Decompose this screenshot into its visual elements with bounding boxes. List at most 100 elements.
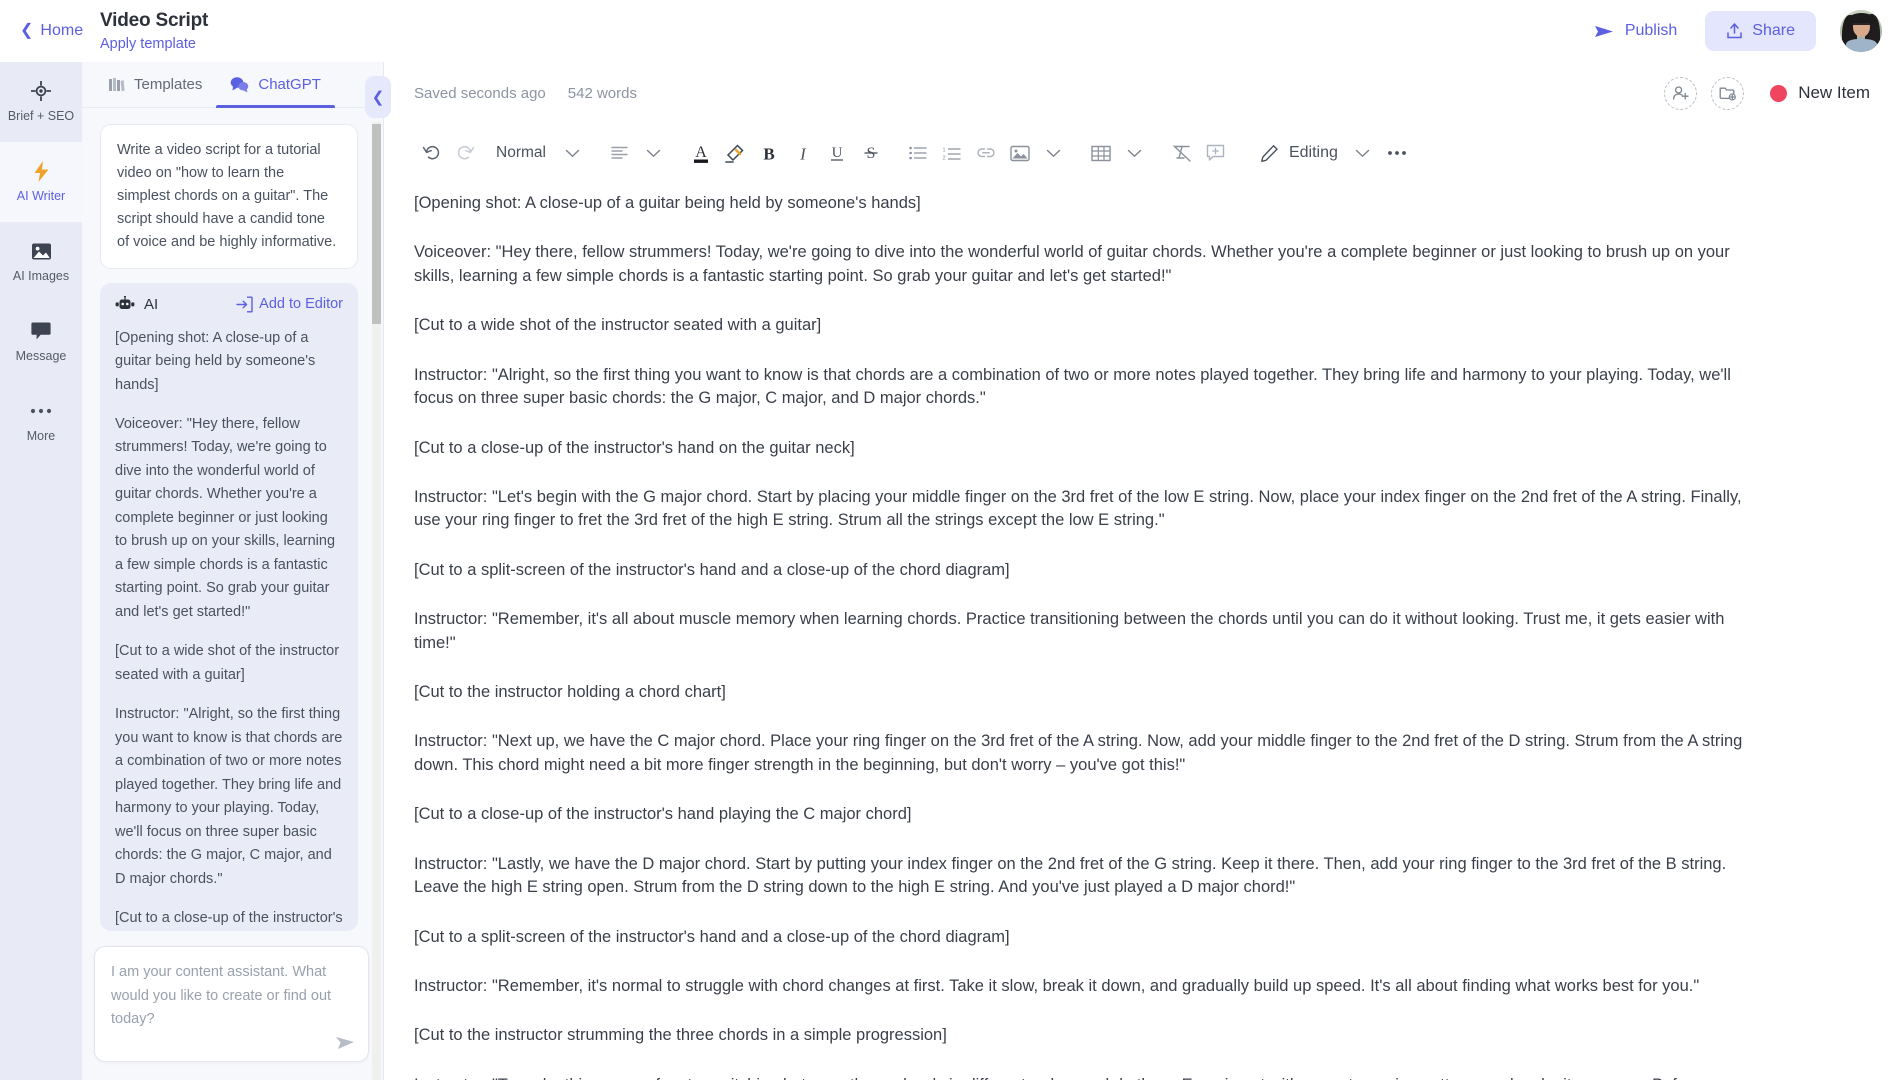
sidebar-item-label: AI Images: [12, 269, 70, 284]
apply-template-link[interactable]: Apply template: [100, 36, 208, 52]
document-paragraph[interactable]: Instructor: "To make things more fun, tr…: [414, 1074, 1754, 1080]
collapse-panel-button[interactable]: ❮: [365, 76, 391, 118]
chevron-left-icon: ❮: [20, 22, 34, 39]
editing-mode-label: Editing: [1288, 144, 1338, 161]
sidebar-item-more[interactable]: More: [0, 382, 82, 462]
document-paragraph[interactable]: [Cut to a wide shot of the instructor se…: [414, 314, 1754, 337]
sidebar-item-ai-images[interactable]: AI Images: [0, 222, 82, 302]
scrollbar-thumb[interactable]: [372, 124, 381, 324]
add-folder-button[interactable]: [1711, 76, 1745, 110]
svg-text:1: 1: [943, 147, 946, 153]
panel-scrollbar[interactable]: ▲: [372, 108, 381, 1080]
sidebar-item-message[interactable]: Message: [0, 302, 82, 382]
add-to-editor-button[interactable]: Add to Editor: [236, 296, 343, 313]
numbered-list-button[interactable]: 12: [935, 136, 969, 170]
chat-bubbles-icon: [230, 76, 249, 93]
add-comment-button[interactable]: [1199, 136, 1233, 170]
chat-input[interactable]: I am your content assistant. What would …: [94, 946, 369, 1062]
insert-table-button[interactable]: [1084, 136, 1118, 170]
link-icon: [976, 146, 996, 160]
tab-label: ChatGPT: [258, 76, 321, 93]
add-comment-icon: [1206, 144, 1225, 162]
image-icon: [31, 241, 52, 261]
editor-status: Saved seconds ago 542 words: [414, 85, 637, 102]
chevron-down-icon: [1127, 149, 1142, 158]
document-paragraph[interactable]: Voiceover: "Hey there, fellow strummers!…: [414, 241, 1754, 288]
document-paragraph[interactable]: [Opening shot: A close-up of a guitar be…: [414, 192, 1754, 215]
document-paragraph[interactable]: [Cut to the instructor holding a chord c…: [414, 681, 1754, 704]
bold-button[interactable]: B: [752, 136, 786, 170]
chevron-down-icon: [565, 149, 580, 158]
assistant-panel: Templates ChatGPT Write a video script f…: [82, 62, 384, 1080]
strikethrough-button[interactable]: S: [854, 136, 888, 170]
underline-button[interactable]: U: [820, 136, 854, 170]
chevron-left-icon: ❮: [371, 89, 385, 106]
new-item-label: New Item: [1798, 83, 1870, 102]
highlighter-icon: [724, 143, 745, 164]
numbered-list-icon: 12: [942, 146, 962, 161]
svg-text:I: I: [799, 144, 807, 163]
align-caret[interactable]: [637, 136, 671, 170]
document-body[interactable]: [Opening shot: A close-up of a guitar be…: [384, 192, 1814, 1080]
clear-format-button[interactable]: [1165, 136, 1199, 170]
add-person-button[interactable]: [1664, 76, 1698, 110]
document-paragraph[interactable]: Instructor: "Remember, it's all about mu…: [414, 608, 1754, 655]
tab-templates[interactable]: Templates: [94, 62, 216, 107]
paragraph-style-caret[interactable]: [556, 136, 590, 170]
paragraph-style-dropdown[interactable]: Normal: [482, 136, 556, 170]
publish-label: Publish: [1624, 22, 1678, 39]
avatar[interactable]: [1840, 10, 1882, 52]
bullet-list-icon: [909, 146, 927, 160]
new-item-button[interactable]: New Item: [1770, 83, 1870, 103]
underline-icon: U: [828, 143, 846, 163]
word-count: 542 words: [567, 84, 637, 102]
table-caret[interactable]: [1118, 136, 1152, 170]
document-paragraph[interactable]: Instructor: "Lastly, we have the D major…: [414, 853, 1754, 900]
tab-chatgpt[interactable]: ChatGPT: [216, 62, 335, 108]
image-caret[interactable]: [1037, 136, 1071, 170]
ai-label: AI: [144, 295, 159, 313]
ellipsis-icon: [30, 401, 52, 421]
document-paragraph[interactable]: [Cut to a close-up of the instructor's h…: [414, 803, 1754, 826]
link-button[interactable]: [969, 136, 1003, 170]
ai-response-card: AI Add to Editor [Opening shot: A close-…: [100, 282, 358, 931]
text-color-button[interactable]: A: [684, 136, 718, 170]
highlight-button[interactable]: [718, 136, 752, 170]
editor-toolbar: Normal A B I U 1 2 Editing: [384, 124, 1900, 182]
upload-icon: [1726, 22, 1743, 40]
toolbar-more-button[interactable]: [1380, 136, 1414, 170]
document-paragraph[interactable]: Instructor: "Next up, we have the C majo…: [414, 730, 1754, 777]
document-paragraph[interactable]: [Cut to a split-screen of the instructor…: [414, 559, 1754, 582]
italic-button[interactable]: I: [786, 136, 820, 170]
pencil-icon: [1260, 144, 1279, 163]
bullet-list-button[interactable]: [901, 136, 935, 170]
undo-button[interactable]: [414, 136, 448, 170]
document-canvas[interactable]: [Opening shot: A close-up of a guitar be…: [384, 182, 1900, 1080]
svg-text:U: U: [832, 145, 843, 161]
share-button[interactable]: Share: [1705, 11, 1816, 51]
document-paragraph[interactable]: Instructor: "Let's begin with the G majo…: [414, 486, 1754, 533]
editor-header: Saved seconds ago 542 words New Item: [384, 62, 1900, 124]
document-paragraph[interactable]: Instructor: "Alright, so the first thing…: [414, 364, 1754, 411]
insert-image-button[interactable]: [1003, 136, 1037, 170]
editing-mode-caret[interactable]: [1346, 136, 1380, 170]
publish-button[interactable]: Publish: [1594, 22, 1677, 40]
chat-input-container: I am your content assistant. What would …: [94, 946, 369, 1062]
send-icon[interactable]: [335, 1034, 355, 1052]
document-paragraph[interactable]: [Cut to the instructor strumming the thr…: [414, 1024, 1754, 1047]
add-folder-icon: [1719, 85, 1737, 101]
editing-mode-button[interactable]: Editing: [1246, 136, 1346, 170]
redo-button[interactable]: [448, 136, 482, 170]
sidebar-item-label: AI Writer: [16, 189, 66, 204]
sidebar-item-label: More: [26, 429, 56, 444]
sidebar-item-brief-seo[interactable]: Brief + SEO: [0, 62, 82, 142]
align-button[interactable]: [603, 136, 637, 170]
panel-tab-bar: Templates ChatGPT: [82, 62, 383, 108]
document-paragraph[interactable]: Instructor: "Remember, it's normal to st…: [414, 975, 1754, 998]
sidebar-item-ai-writer[interactable]: AI Writer: [0, 142, 82, 222]
share-label: Share: [1752, 22, 1795, 39]
status-badge: [1770, 84, 1788, 102]
home-back-link[interactable]: ❮ Home: [0, 22, 100, 40]
document-paragraph[interactable]: [Cut to a close-up of the instructor's h…: [414, 437, 1754, 460]
document-paragraph[interactable]: [Cut to a split-screen of the instructor…: [414, 926, 1754, 949]
